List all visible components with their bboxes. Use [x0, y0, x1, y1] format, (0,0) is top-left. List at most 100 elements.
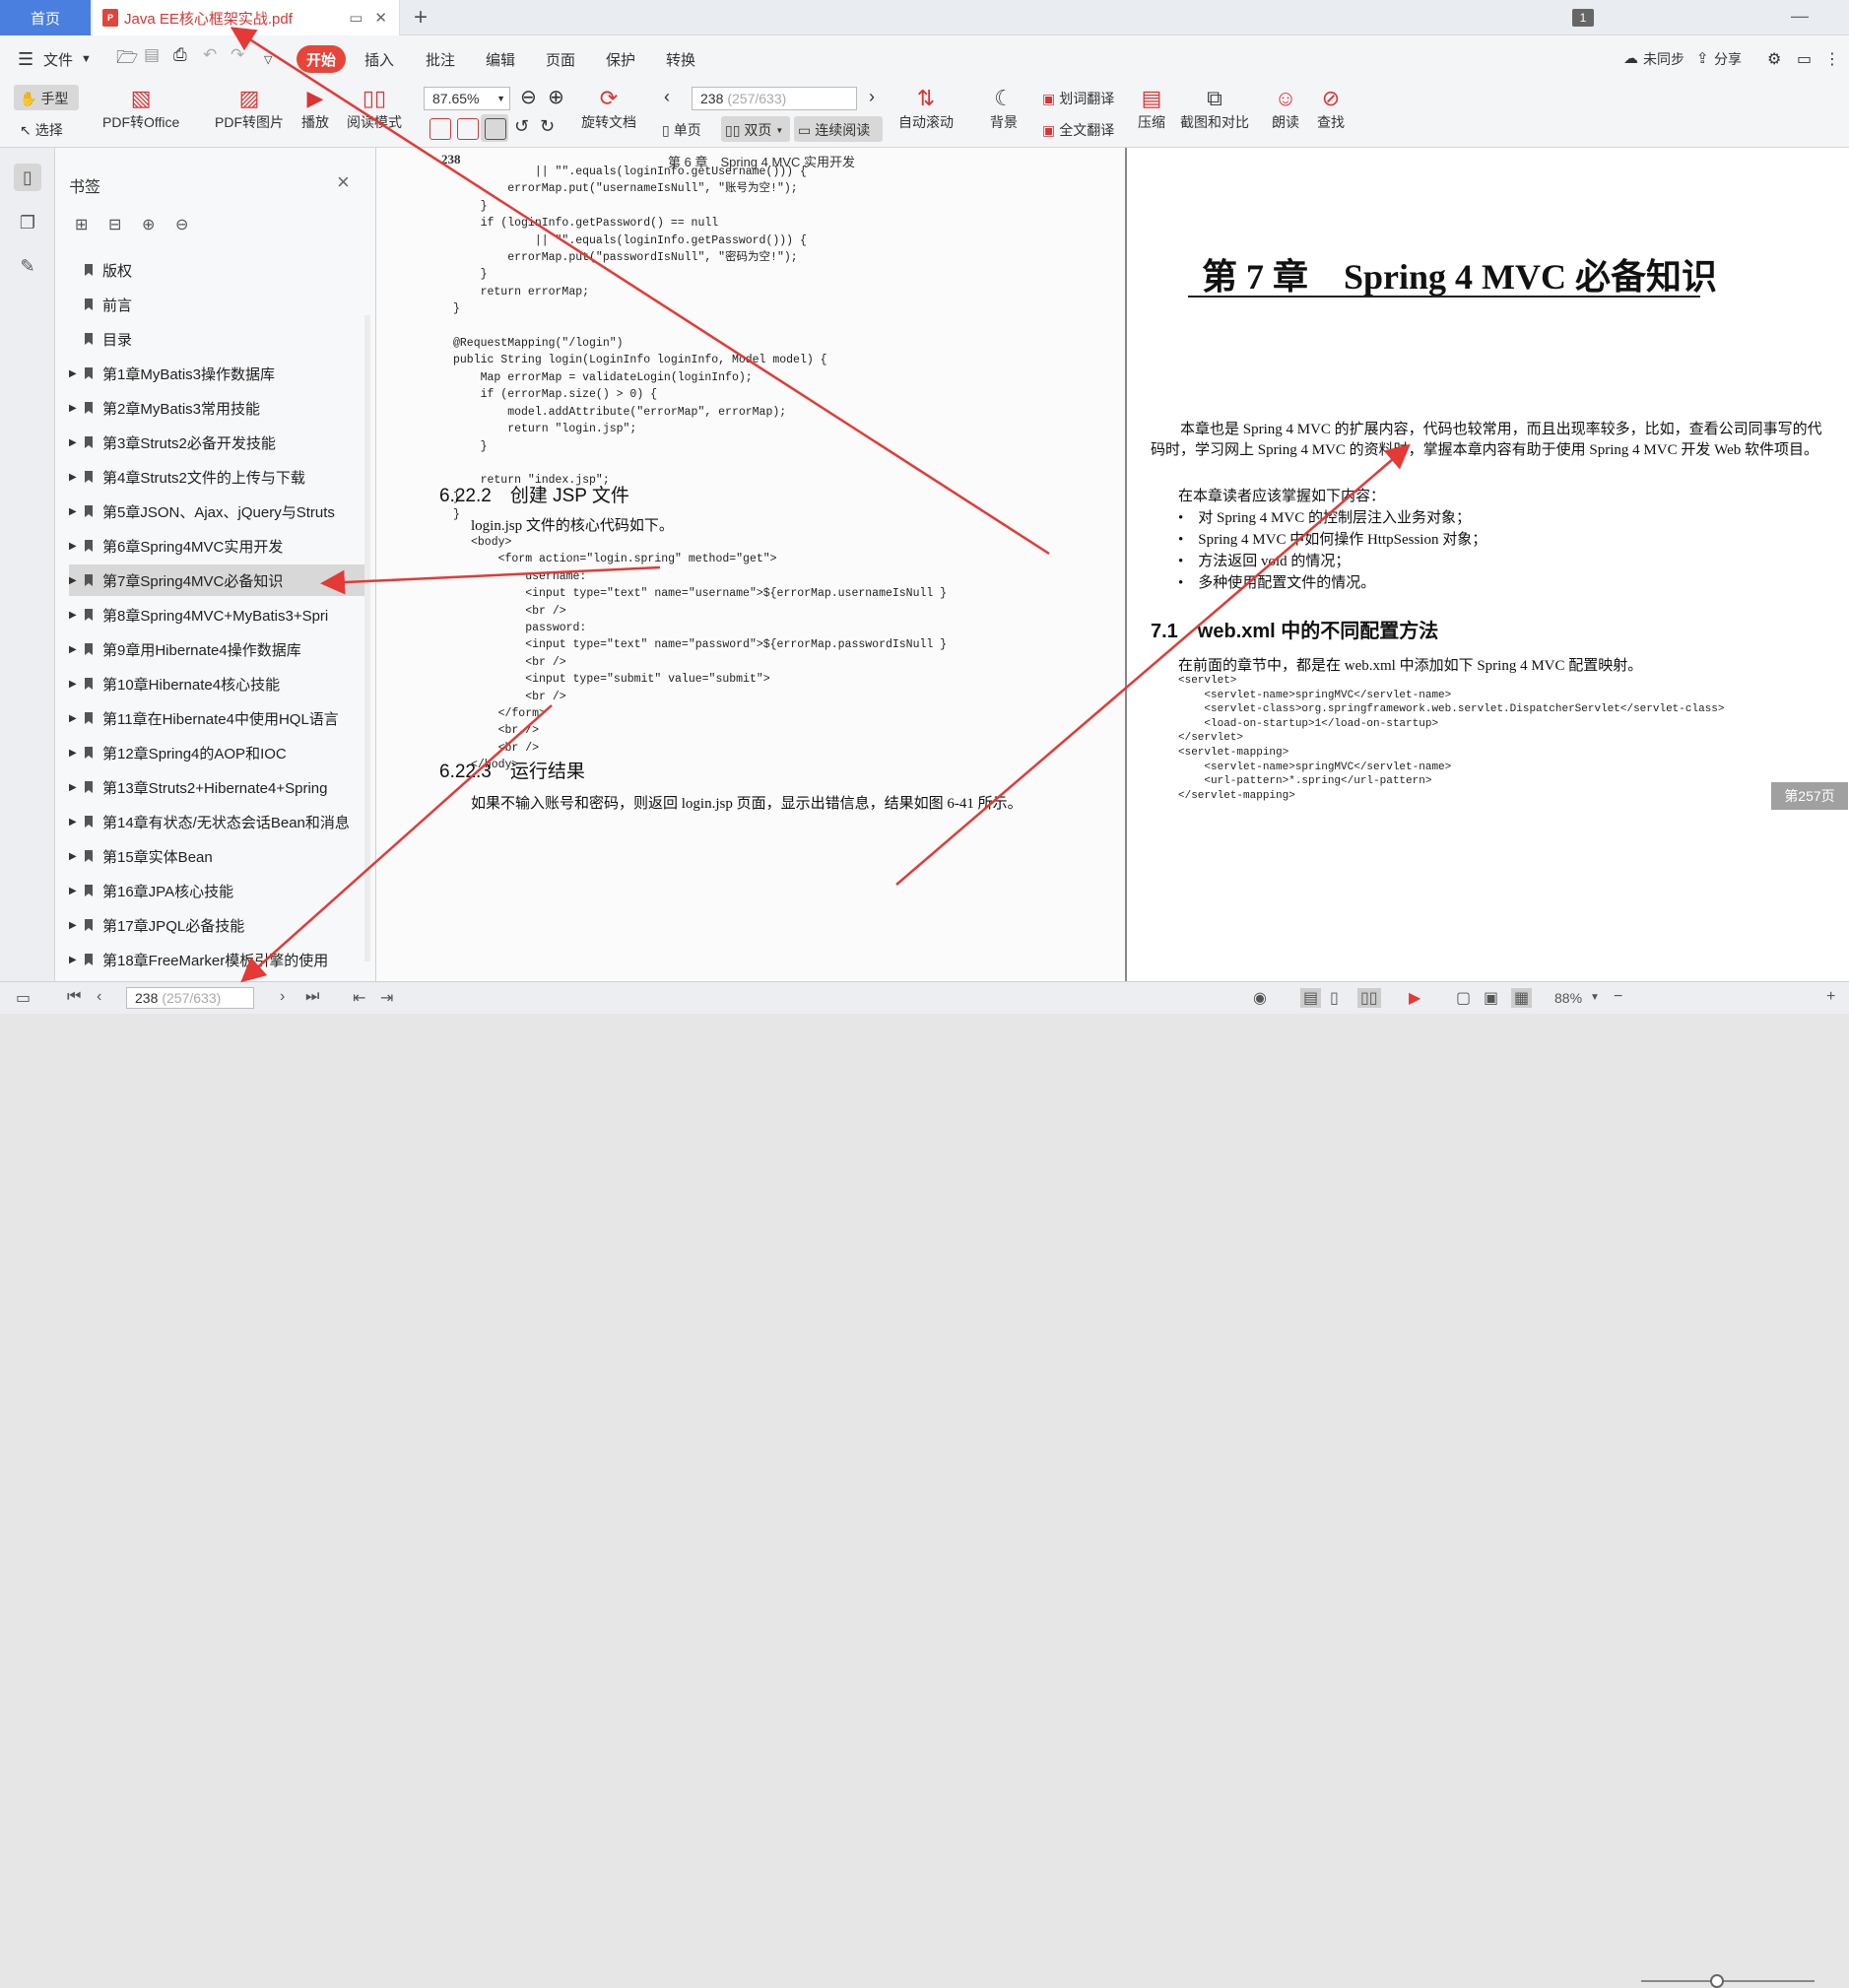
bookmark-item[interactable]: ▶ 第7章Spring4MVC必备知识: [69, 564, 364, 596]
cloud-icon[interactable]: ☁: [1623, 49, 1638, 67]
zoom-select[interactable]: 87.65% ▼: [424, 87, 510, 110]
bookmark-item[interactable]: ▶ 第4章Struts2文件的上传与下载: [69, 461, 364, 493]
select-tool[interactable]: ↖ 选择: [20, 120, 63, 140]
share-button[interactable]: 分享: [1714, 49, 1742, 69]
single-page-button[interactable]: ▯ 单页: [662, 120, 701, 140]
rotate-left-icon[interactable]: ↺: [514, 116, 529, 137]
compress-button[interactable]: ▤ 压缩: [1137, 85, 1166, 132]
redo-icon[interactable]: ↷: [231, 45, 244, 65]
collapse-all-icon[interactable]: ⊟: [108, 215, 121, 234]
bookmark-item[interactable]: 前言: [69, 289, 364, 320]
screenshot-compare-button[interactable]: ⧉ 截图和对比: [1180, 85, 1249, 132]
bookmark-item[interactable]: ▶ 第11章在Hibernate4中使用HQL语言: [69, 702, 364, 734]
menu-protect[interactable]: 保护: [606, 49, 635, 70]
double-page-tool[interactable]: ▯▯ 双页 ▼: [725, 120, 783, 140]
double-page-view-icon[interactable]: ▯▯: [1357, 988, 1381, 1008]
menu-page[interactable]: 页面: [546, 49, 575, 70]
fit-width-status-icon[interactable]: ▦: [1511, 988, 1533, 1008]
print-icon[interactable]: ⎙: [173, 45, 187, 65]
bookmark-item[interactable]: ▶ 第18章FreeMarker模板引擎的使用: [69, 944, 364, 975]
quick-access-chevron-icon[interactable]: ▽: [264, 53, 272, 66]
bookmark-scrollbar[interactable]: [364, 315, 370, 961]
status-zoom[interactable]: 88%: [1554, 990, 1582, 1006]
expand-arrow-icon[interactable]: ▶: [69, 368, 81, 379]
comment-icon[interactable]: ▭: [1797, 49, 1812, 69]
pdf-to-image-button[interactable]: ▨ PDF转图片: [215, 85, 284, 132]
save-icon[interactable]: ▤: [144, 45, 160, 65]
bookmark-item[interactable]: ▶ 第3章Struts2必备开发技能: [69, 427, 364, 458]
eye-protection-icon[interactable]: ◉: [1253, 988, 1267, 1008]
expand-arrow-icon[interactable]: ▶: [69, 644, 81, 655]
menu-annotate[interactable]: 批注: [426, 49, 455, 70]
expand-arrow-icon[interactable]: ▶: [69, 886, 81, 896]
menu-start[interactable]: 开始: [297, 45, 346, 73]
forward-icon[interactable]: ⇥: [380, 988, 393, 1008]
expand-arrow-icon[interactable]: ▶: [69, 955, 81, 965]
expand-arrow-icon[interactable]: ▶: [69, 679, 81, 690]
expand-arrow-icon[interactable]: ▶: [69, 851, 81, 862]
sidebar-toggle-icon[interactable]: ▭: [16, 988, 31, 1008]
word-translate-button[interactable]: ▣ 划词翻译: [1042, 89, 1114, 108]
background-button[interactable]: ☾ 背景: [989, 85, 1019, 132]
bookmark-item[interactable]: ▶ 第14章有状态/无状态会话Bean和消息: [69, 806, 364, 837]
hand-tool[interactable]: ✋ 手型: [20, 89, 68, 108]
tab-close-icon[interactable]: ✕: [374, 9, 387, 27]
bookmark-item[interactable]: ▶ 第1章MyBatis3操作数据库: [69, 358, 364, 389]
zoom-out-status-icon[interactable]: −: [1614, 988, 1622, 1006]
actual-size-status-icon[interactable]: ▢: [1456, 988, 1471, 1008]
pdf-to-office-button[interactable]: ▧ PDF转Office: [102, 85, 179, 132]
undo-icon[interactable]: ↶: [203, 45, 217, 65]
expand-all-icon[interactable]: ⊞: [75, 215, 88, 234]
bookmark-item[interactable]: ▶ 第13章Struts2+Hibernate4+Spring: [69, 771, 364, 803]
zoom-slider-track[interactable]: [1641, 1980, 1815, 1982]
play-button[interactable]: ▶ 播放: [300, 85, 330, 132]
play-status-icon[interactable]: ▶: [1409, 988, 1420, 1008]
rotate-document-button[interactable]: ⟳ 旋转文档: [581, 85, 636, 132]
fit-width-icon[interactable]: [485, 118, 506, 140]
continuous-reading-tool[interactable]: ▭ 连续阅读: [798, 120, 870, 140]
menu-convert[interactable]: 转换: [666, 49, 695, 70]
bookmark-item[interactable]: ▶ 第10章Hibernate4核心技能: [69, 668, 364, 699]
bookmark-item[interactable]: ▶ 第15章实体Bean: [69, 840, 364, 872]
thumbnail-panel-icon[interactable]: ❐: [14, 209, 41, 236]
expand-arrow-icon[interactable]: ▶: [69, 575, 81, 586]
menu-edit[interactable]: 编辑: [486, 49, 515, 70]
zoom-in-icon[interactable]: ⊕: [548, 85, 564, 109]
bookmark-panel-icon[interactable]: ▯: [14, 164, 41, 191]
first-page-icon[interactable]: ⏮: [67, 988, 81, 1006]
bookmark-item[interactable]: ▶ 第17章JPQL必备技能: [69, 909, 364, 941]
page-view-icon[interactable]: ▯: [1330, 988, 1339, 1008]
more-icon[interactable]: ⋮: [1824, 49, 1840, 69]
menu-insert[interactable]: 插入: [364, 49, 394, 70]
page-input[interactable]: 238 (257/633): [692, 87, 857, 110]
zoom-slider-thumb[interactable]: [1710, 1974, 1724, 1988]
open-folder-icon[interactable]: 🗁: [116, 45, 138, 75]
expand-arrow-icon[interactable]: ▶: [69, 920, 81, 931]
status-page-input[interactable]: 238 (257/633): [126, 987, 254, 1009]
zoom-in-status-icon[interactable]: +: [1826, 988, 1835, 1006]
single-page-view-icon[interactable]: ▤: [1300, 988, 1322, 1008]
auto-scroll-button[interactable]: ⇅ 自动滚动: [898, 85, 954, 132]
fit-page-status-icon[interactable]: ▣: [1484, 988, 1498, 1008]
sync-status[interactable]: 未同步: [1643, 49, 1684, 69]
next-page-icon[interactable]: ›: [869, 87, 875, 107]
bookmark-item[interactable]: ▶ 第2章MyBatis3常用技能: [69, 392, 364, 424]
bookmark-item[interactable]: ▶ 第12章Spring4的AOP和IOC: [69, 737, 364, 768]
new-tab-icon[interactable]: +: [414, 4, 428, 32]
fit-page-icon[interactable]: [457, 118, 479, 140]
bookmark-icon[interactable]: ⊖: [175, 215, 188, 234]
bookmark-item[interactable]: ▶ 第9章用Hibernate4操作数据库: [69, 633, 364, 665]
bookmark-item[interactable]: ▶ 第8章Spring4MVC+MyBatis3+Spri: [69, 599, 364, 630]
settings-icon[interactable]: ⚙: [1767, 49, 1781, 69]
bookmark-item[interactable]: ▶ 第5章JSON、Ajax、jQuery与Struts: [69, 496, 364, 527]
expand-arrow-icon[interactable]: ▶: [69, 472, 81, 483]
hamburger-icon[interactable]: ☰: [18, 49, 33, 70]
rotate-right-icon[interactable]: ↻: [540, 116, 555, 137]
expand-arrow-icon[interactable]: ▶: [69, 403, 81, 414]
chevron-down-icon[interactable]: ▼: [81, 53, 92, 65]
last-page-icon[interactable]: ⏭: [305, 988, 319, 1006]
expand-arrow-icon[interactable]: ▶: [69, 713, 81, 724]
find-button[interactable]: ⊘ 查找: [1316, 85, 1346, 132]
window-count-badge[interactable]: 1: [1572, 9, 1594, 27]
bookmark-item[interactable]: ▶ 第16章JPA核心技能: [69, 875, 364, 906]
